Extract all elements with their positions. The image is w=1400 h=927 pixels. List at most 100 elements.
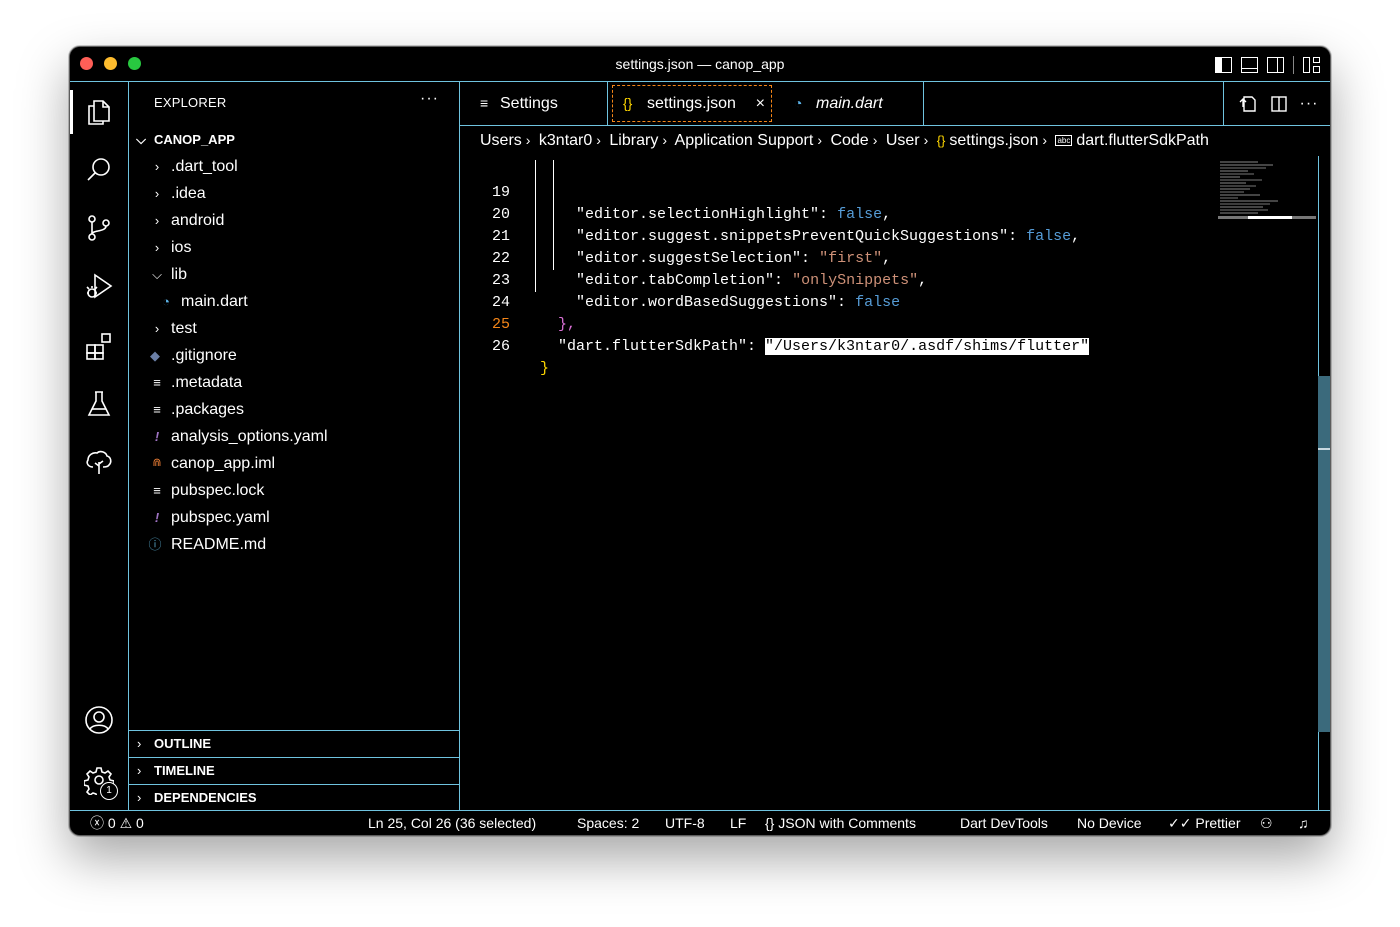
close-tab-icon[interactable]: × bbox=[756, 86, 765, 121]
code-line: 21 "editor.suggestSelection": "first", bbox=[491, 228, 892, 267]
settings-list-icon: ≡ bbox=[480, 95, 489, 111]
settings-update-badge: 1 bbox=[100, 782, 118, 800]
cursor-position[interactable]: Ln 25, Col 26 (36 selected) bbox=[368, 811, 536, 835]
lines-file-icon: ≡ bbox=[153, 483, 161, 498]
file-main-dart[interactable]: ◔ main.dart bbox=[129, 288, 459, 315]
file-packages[interactable]: ≡ .packages bbox=[129, 396, 459, 423]
extensions-activity-button[interactable] bbox=[70, 322, 128, 370]
notifications-bell-icon[interactable]: ♫ bbox=[1298, 811, 1309, 835]
folder-dart-tool[interactable]: › .dart_tool bbox=[129, 153, 459, 180]
live-share-icon[interactable]: ⚇ bbox=[1260, 811, 1273, 835]
code-line: 22 "editor.tabCompletion": "onlySnippets… bbox=[491, 250, 928, 289]
breadcrumb-item[interactable]: Code bbox=[830, 132, 868, 149]
code-line: 20 "editor.suggest.snippetsPreventQuickS… bbox=[491, 206, 1081, 245]
folder-ios[interactable]: › ios bbox=[129, 234, 459, 261]
workspace-root-folder[interactable]: ⌵ CANOP_APP bbox=[129, 126, 459, 153]
accounts-activity-button[interactable] bbox=[70, 696, 128, 744]
file-readme[interactable]: ⓘ README.md bbox=[129, 531, 459, 558]
info-file-icon: ⓘ bbox=[148, 537, 162, 552]
file-tree: ⌵ CANOP_APP › .dart_tool › .idea › andro… bbox=[129, 126, 459, 558]
title-bar: settings.json — canop_app bbox=[70, 47, 1330, 82]
toggle-primary-sidebar-icon[interactable] bbox=[1215, 57, 1232, 73]
manage-activity-button[interactable]: 1 bbox=[70, 756, 128, 804]
layout-controls bbox=[1215, 56, 1320, 74]
search-activity-button[interactable] bbox=[70, 146, 128, 194]
yaml-file-icon: ! bbox=[154, 510, 160, 525]
customize-layout-icon[interactable] bbox=[1303, 57, 1320, 73]
chevron-right-icon: › bbox=[137, 736, 142, 751]
minimap[interactable] bbox=[1218, 160, 1316, 222]
tab-settings-json[interactable]: {} settings.json × bbox=[612, 85, 772, 122]
breadcrumb-item[interactable]: User bbox=[886, 132, 920, 149]
prettier-status[interactable]: ✓✓ Prettier bbox=[1168, 811, 1240, 835]
explorer-activity-button[interactable] bbox=[70, 88, 128, 136]
file-analysis-options[interactable]: ! analysis_options.yaml bbox=[129, 423, 459, 450]
dart-file-icon: ◔ bbox=[162, 294, 170, 309]
more-actions-icon[interactable]: ··· bbox=[1300, 95, 1319, 113]
chevron-right-icon: › bbox=[137, 763, 142, 778]
device-selector[interactable]: No Device bbox=[1077, 811, 1142, 835]
vscode-window: settings.json — canop_app 1 EXPLORER ···… bbox=[69, 46, 1331, 836]
code-editor[interactable]: 19 "editor.selectionHighlight": false, 2… bbox=[460, 160, 1316, 811]
window-title: settings.json — canop_app bbox=[615, 56, 785, 72]
dart-devtools[interactable]: Dart DevTools bbox=[960, 811, 1048, 835]
chevron-right-icon: › bbox=[1042, 132, 1048, 148]
end-of-line[interactable]: LF bbox=[730, 811, 746, 835]
breadcrumb-item[interactable]: Application Support bbox=[675, 132, 814, 149]
breadcrumb-item[interactable]: Users bbox=[480, 132, 522, 149]
dart-file-icon: ◔ bbox=[794, 95, 803, 111]
language-mode[interactable]: {} JSON with Comments bbox=[765, 811, 916, 835]
file-pubspec-yaml[interactable]: ! pubspec.yaml bbox=[129, 504, 459, 531]
file-canop-app-iml[interactable]: ⋒ canop_app.iml bbox=[129, 450, 459, 477]
code-line-current: 25 "dart.flutterSdkPath": "/Users/k3ntar… bbox=[491, 316, 1090, 355]
encoding[interactable]: UTF-8 bbox=[665, 811, 705, 835]
editor-actions: ··· bbox=[1223, 82, 1330, 125]
scrollbar-thumb[interactable] bbox=[1318, 376, 1330, 732]
status-bar: ⓧ 0 ⚠ 0 Ln 25, Col 26 (36 selected) Spac… bbox=[70, 810, 1330, 835]
lines-file-icon: ≡ bbox=[153, 402, 161, 417]
tab-main-dart[interactable]: ◔ main.dart bbox=[776, 82, 924, 125]
folder-android[interactable]: › android bbox=[129, 207, 459, 234]
outline-section[interactable]: › OUTLINE bbox=[129, 730, 459, 757]
toggle-panel-icon[interactable] bbox=[1241, 57, 1258, 73]
explorer-more-actions-icon[interactable]: ··· bbox=[420, 90, 439, 108]
flutter-tree-activity-button[interactable] bbox=[70, 438, 128, 486]
open-settings-ui-icon[interactable] bbox=[1238, 94, 1258, 114]
tree-icon bbox=[86, 450, 112, 474]
code-line: 24 }, bbox=[491, 294, 577, 333]
chevron-right-icon: › bbox=[872, 132, 878, 148]
testing-activity-button[interactable] bbox=[70, 380, 128, 428]
toggle-secondary-sidebar-icon[interactable] bbox=[1267, 57, 1284, 73]
problems-indicator[interactable]: ⓧ 0 ⚠ 0 bbox=[90, 811, 144, 835]
tab-settings[interactable]: ≡ Settings bbox=[460, 82, 608, 125]
chevron-right-icon: › bbox=[596, 132, 601, 148]
source-control-activity-button[interactable] bbox=[70, 204, 128, 252]
breadcrumb-item[interactable]: Library bbox=[609, 132, 658, 149]
rss-file-icon: ⋒ bbox=[152, 457, 162, 469]
folder-lib[interactable]: ⌵ lib bbox=[129, 261, 459, 288]
breadcrumb: Users › k3ntar0 › Library › Application Sup… bbox=[480, 126, 1209, 156]
breadcrumb-item[interactable]: dart.flutterSdkPath bbox=[1076, 132, 1209, 149]
timeline-section[interactable]: › TIMELINE bbox=[129, 757, 459, 784]
split-editor-icon[interactable] bbox=[1269, 94, 1289, 114]
dependencies-section[interactable]: › DEPENDENCIES bbox=[129, 784, 459, 811]
code-line: 19 "editor.selectionHighlight": false, bbox=[491, 184, 892, 223]
chevron-right-icon: › bbox=[137, 790, 142, 805]
files-icon bbox=[88, 100, 110, 125]
warning-icon: ⚠ bbox=[119, 815, 133, 831]
file-pubspec-lock[interactable]: ≡ pubspec.lock bbox=[129, 477, 459, 504]
explorer-header: EXPLORER ··· bbox=[129, 82, 459, 117]
git-file-icon: ◆ bbox=[150, 348, 160, 363]
editor-area: ≡ Settings {} settings.json × ◔ main.dar… bbox=[460, 82, 1330, 811]
run-debug-activity-button[interactable] bbox=[70, 262, 128, 310]
folder-test[interactable]: › test bbox=[129, 315, 459, 342]
breadcrumb-item[interactable]: settings.json bbox=[949, 132, 1038, 149]
file-metadata[interactable]: ≡ .metadata bbox=[129, 369, 459, 396]
chevron-right-icon: › bbox=[154, 240, 160, 255]
file-gitignore[interactable]: ◆ .gitignore bbox=[129, 342, 459, 369]
explorer-title: EXPLORER bbox=[154, 95, 227, 110]
indentation[interactable]: Spaces: 2 bbox=[577, 811, 639, 835]
chevron-right-icon: › bbox=[817, 132, 822, 148]
breadcrumb-item[interactable]: k3ntar0 bbox=[539, 132, 592, 149]
folder-idea[interactable]: › .idea bbox=[129, 180, 459, 207]
